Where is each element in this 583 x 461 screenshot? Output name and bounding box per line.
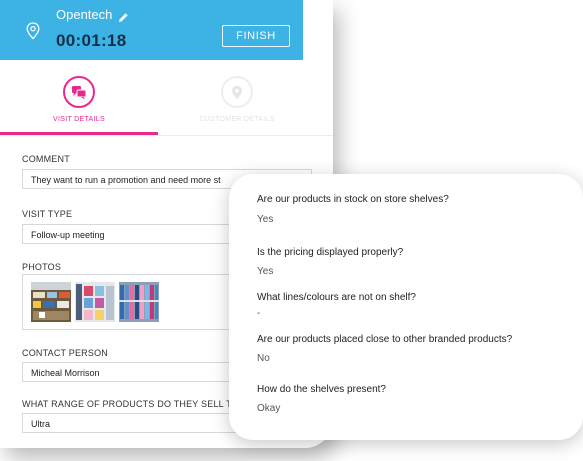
- answer-text: Yes: [257, 266, 274, 277]
- tab-visit-details-label: VISIT DETAILS: [53, 116, 105, 123]
- answer-text: Okay: [257, 403, 281, 414]
- location-pin-icon: [221, 76, 253, 108]
- location-pin-icon: [26, 22, 40, 45]
- app-header: Opentech 00:01:18 FINISH: [0, 0, 310, 60]
- tab-visit-details[interactable]: VISIT DETAILS: [0, 60, 158, 135]
- active-tab-indicator: [0, 132, 158, 135]
- question-text: Are our products in stock on store shelv…: [257, 194, 449, 205]
- answer-text: -: [257, 308, 261, 319]
- question-text: What lines/colours are not on shelf?: [257, 292, 416, 303]
- app-title: Opentech: [56, 7, 113, 22]
- answer-text: No: [257, 353, 270, 364]
- photo-thumbnail[interactable]: [119, 282, 159, 322]
- tab-bar: VISIT DETAILS CUSTOMER DETAILS: [0, 60, 333, 136]
- question-text: Is the pricing displayed properly?: [257, 247, 404, 258]
- chat-bubbles-icon: [63, 76, 95, 108]
- question-text: Are our products placed close to other b…: [257, 334, 513, 345]
- photos-label: PHOTOS: [22, 262, 62, 272]
- photo-thumbnail[interactable]: [75, 282, 115, 322]
- tab-customer-details[interactable]: CUSTOMER DETAILS: [158, 60, 316, 135]
- visit-timer: 00:01:18: [56, 31, 127, 50]
- edit-pencil-icon[interactable]: [118, 10, 129, 28]
- survey-answers-card: Are our products in stock on store shelv…: [229, 174, 583, 440]
- product-range-label: WHAT RANGE OF PRODUCTS DO THEY SELL T: [22, 399, 232, 409]
- comment-label: COMMENT: [22, 154, 70, 164]
- finish-button[interactable]: FINISH: [222, 25, 290, 47]
- visit-type-label: VISIT TYPE: [22, 209, 73, 219]
- question-text: How do the shelves present?: [257, 384, 386, 395]
- answer-text: Yes: [257, 214, 274, 225]
- contact-person-label: CONTACT PERSON: [22, 348, 108, 358]
- photo-thumbnail[interactable]: [31, 282, 71, 322]
- tab-customer-details-label: CUSTOMER DETAILS: [199, 116, 275, 123]
